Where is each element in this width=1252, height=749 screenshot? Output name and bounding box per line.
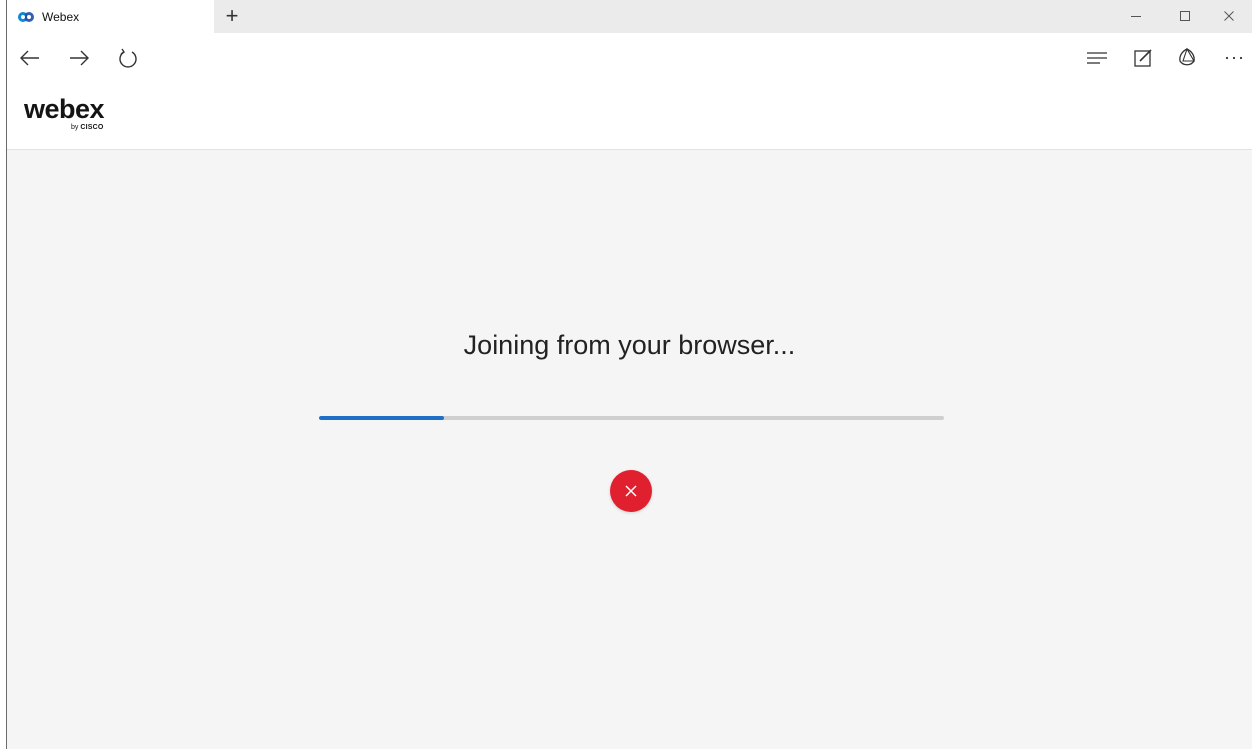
share-icon	[1179, 47, 1195, 66]
reading-list-button[interactable]	[1082, 43, 1112, 73]
page-header: webex by CISCO	[7, 83, 1252, 150]
close-icon	[625, 485, 637, 497]
title-bar: Webex +	[7, 0, 1252, 33]
webex-favicon-icon	[17, 11, 35, 23]
reading-list-icon	[1087, 52, 1107, 64]
share-button[interactable]	[1172, 43, 1202, 73]
logo-by: by	[71, 124, 79, 131]
webex-logo: webex by CISCO	[24, 94, 124, 131]
join-progress-fill	[319, 416, 444, 420]
main-content: Joining from your browser...	[7, 150, 1252, 749]
cancel-join-button[interactable]	[610, 470, 652, 512]
close-window-button[interactable]	[1206, 2, 1252, 30]
joining-status-text: Joining from your browser...	[463, 330, 796, 360]
more-button[interactable]	[1219, 43, 1249, 73]
refresh-icon	[119, 48, 137, 68]
logo-cisco: CISCO	[80, 124, 104, 131]
refresh-button[interactable]	[113, 43, 143, 73]
maximize-icon	[1180, 11, 1190, 21]
web-note-button[interactable]	[1128, 43, 1158, 73]
minimize-icon	[1131, 16, 1141, 17]
browser-window: Webex + webex by CISCO Joining from your…	[0, 0, 1252, 749]
tab-webex[interactable]: Webex	[7, 0, 214, 33]
tab-title: Webex	[42, 9, 80, 24]
more-icon	[1225, 56, 1243, 60]
arrow-left-icon	[20, 50, 39, 66]
maximize-button[interactable]	[1162, 2, 1208, 30]
arrow-right-icon	[70, 50, 89, 66]
logo-wordmark: webex	[24, 94, 105, 124]
logo-byline: by CISCO	[71, 124, 104, 131]
close-window-icon	[1224, 11, 1234, 21]
join-progress-bar	[319, 416, 944, 420]
minimize-button[interactable]	[1113, 2, 1159, 30]
new-tab-button[interactable]: +	[219, 3, 245, 29]
back-button[interactable]	[15, 43, 45, 73]
web-note-icon	[1134, 49, 1152, 67]
navigation-bar	[7, 33, 1252, 83]
window-left-edge	[0, 0, 7, 749]
forward-button[interactable]	[64, 43, 94, 73]
